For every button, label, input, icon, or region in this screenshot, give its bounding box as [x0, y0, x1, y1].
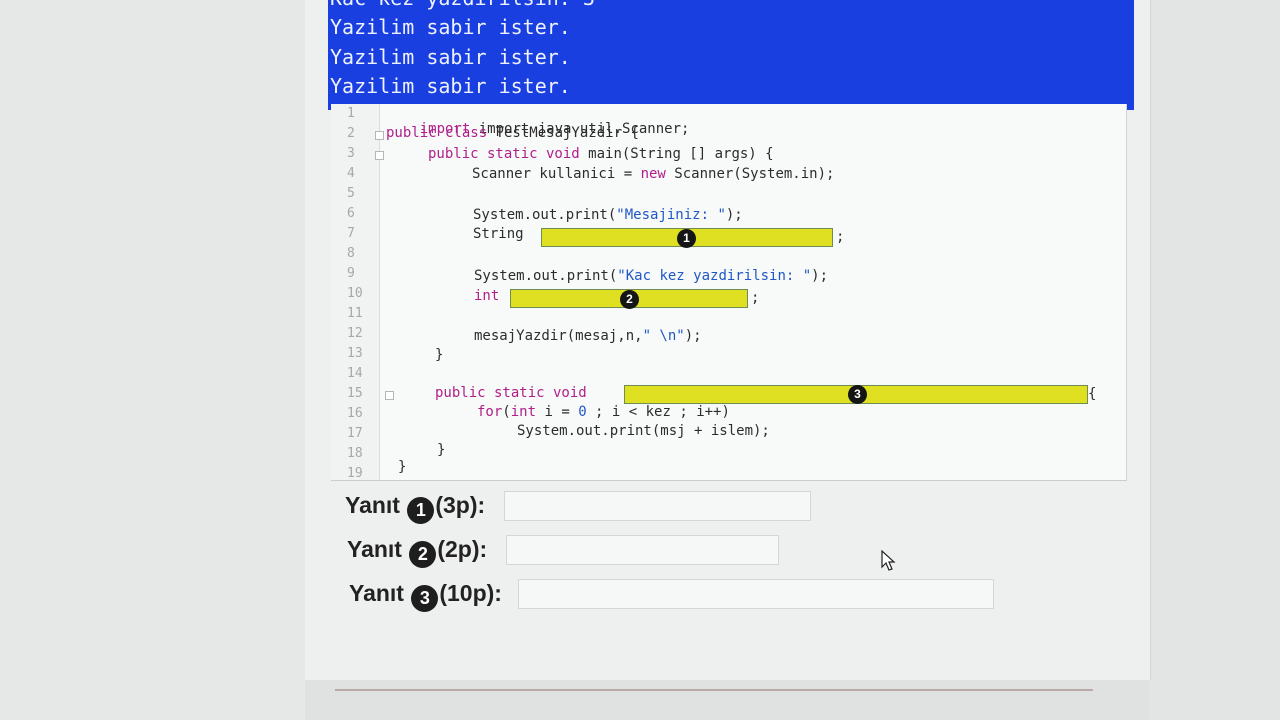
page-background-left: [0, 0, 305, 720]
line-number: 15: [347, 386, 363, 401]
code-line-16: for(int i = 0 ; i < kez ; i++): [477, 404, 730, 420]
line-number: 2: [347, 126, 355, 141]
line-number: 18: [347, 446, 363, 461]
blank-badge-3: 3: [848, 385, 867, 404]
console-line: Yazilim sabir ister.: [330, 45, 571, 69]
line-number: 9: [347, 266, 355, 281]
divider: [335, 689, 1093, 691]
line-number: 12: [347, 326, 363, 341]
semicolon: ;: [751, 290, 760, 306]
line-number: 7: [347, 226, 355, 241]
line-number: 17: [347, 426, 363, 441]
console-output: Kac kez yazdirilsin: 3 Yazilim sabir ist…: [328, 0, 1134, 110]
answer-input-3[interactable]: [518, 579, 994, 609]
line-number: 6: [347, 206, 355, 221]
line-number: 4: [347, 166, 355, 181]
semicolon: ;: [836, 229, 845, 245]
answer-input-2[interactable]: [506, 535, 779, 565]
line-number: 19: [347, 466, 363, 481]
line-number: 3: [347, 146, 355, 161]
console-line: Kac kez yazdirilsin: 3: [330, 0, 595, 10]
code-line-3: public static void main(String [] args) …: [428, 146, 774, 162]
fold-marker-icon[interactable]: [385, 391, 394, 400]
blank-badge-2: 2: [620, 290, 639, 309]
code-line-2: public class TestMesajYazdir {: [386, 125, 639, 141]
answer-label-3: Yanıt 3 (10p):: [349, 580, 502, 612]
line-number: 14: [347, 366, 363, 381]
code-line-9: System.out.print("Kac kez yazdirilsin: "…: [474, 268, 829, 284]
code-line-18: }: [437, 442, 446, 458]
fold-marker-icon[interactable]: [375, 131, 384, 140]
line-number: 1: [347, 106, 355, 121]
number-badge-icon: 3: [411, 585, 439, 612]
code-line-13: }: [435, 347, 444, 363]
answer-label-1: Yanıt 1 (3p):: [345, 492, 485, 524]
blank-badge-1: 1: [677, 229, 696, 248]
answer-input-1[interactable]: [504, 491, 811, 521]
console-line: Yazilim sabir ister.: [330, 74, 571, 98]
number-badge-icon: 1: [407, 497, 435, 524]
code-line-15: public static void: [435, 385, 587, 401]
fold-marker-icon[interactable]: [375, 151, 384, 160]
line-number: 13: [347, 346, 363, 361]
line-number: 11: [347, 306, 363, 321]
code-line-6: System.out.print("Mesajiniz: ");: [473, 207, 743, 223]
code-line-10: int: [474, 288, 500, 304]
answer-label-2: Yanıt 2 (2p):: [347, 536, 487, 568]
line-number: 16: [347, 406, 363, 421]
number-badge-icon: 2: [409, 541, 437, 568]
open-brace: {: [1088, 386, 1097, 402]
page-background-right: [1150, 0, 1280, 720]
code-line-7: String: [473, 226, 524, 242]
line-number: 5: [347, 186, 355, 201]
code-editor: 1 2 3 4 5 6 7 8 9 10 11 12 13 14 15 16 1…: [331, 104, 1127, 481]
console-line: Yazilim sabir ister.: [330, 15, 571, 39]
line-number: 10: [347, 286, 363, 301]
code-line-19: }: [398, 459, 407, 475]
code-line-12: mesajYazdir(mesaj,n," \n");: [474, 328, 702, 344]
code-line-4: Scanner kullanici = new Scanner(System.i…: [472, 166, 835, 182]
code-line-17: System.out.print(msj + islem);: [517, 423, 770, 439]
line-number: 8: [347, 246, 355, 261]
mouse-cursor-icon: [881, 550, 896, 571]
line-number-gutter: 1 2 3 4 5 6 7 8 9 10 11 12 13 14 15 16 1…: [331, 104, 380, 481]
